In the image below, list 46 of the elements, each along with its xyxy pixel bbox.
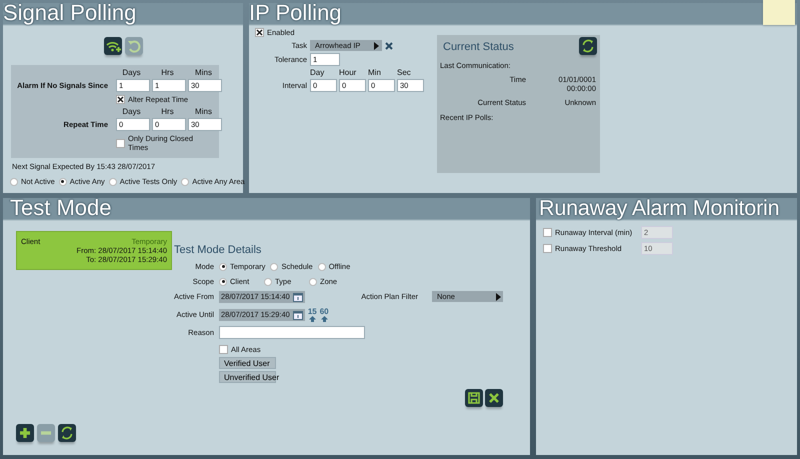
extend-button[interactable]: 15 — [308, 308, 317, 322]
radio-button[interactable] — [264, 278, 272, 286]
extend-button[interactable]: 60 — [320, 308, 329, 322]
radio-button[interactable] — [318, 262, 326, 270]
column-header: Sec — [397, 68, 412, 77]
caret-icon — [496, 292, 501, 300]
input-field[interactable] — [219, 326, 365, 339]
checkbox[interactable] — [219, 345, 228, 354]
refresh-button[interactable] — [58, 424, 76, 442]
column-header: Days — [121, 68, 142, 77]
radio-button[interactable] — [10, 178, 18, 186]
panel-title: Runaway Alarm Monitorin — [539, 196, 780, 220]
add-button[interactable] — [16, 424, 34, 442]
close-icon — [385, 42, 393, 50]
radio-button[interactable] — [219, 262, 227, 270]
column-header: Min — [368, 68, 382, 77]
wifi-plus-button[interactable] — [104, 37, 122, 55]
calendar-icon — [292, 292, 303, 302]
caret-icon — [374, 42, 379, 50]
radio-button[interactable] — [219, 278, 227, 286]
column-header: Hour — [339, 68, 358, 77]
column-header: Day — [310, 68, 326, 77]
radio-button[interactable] — [58, 178, 67, 186]
radio-button[interactable] — [309, 278, 317, 286]
panel-title: Test Mode — [10, 196, 112, 220]
radio-button[interactable] — [270, 262, 278, 270]
save-button[interactable] — [465, 389, 483, 407]
checkbox[interactable] — [116, 95, 125, 104]
radio-button[interactable] — [108, 178, 117, 186]
column-header: Hrs — [160, 107, 175, 116]
panel-title: Signal Polling — [3, 1, 136, 25]
radio-button[interactable] — [181, 178, 190, 186]
refresh-button[interactable] — [579, 37, 597, 55]
checkbox[interactable] — [116, 138, 125, 148]
minus-icon — [41, 431, 51, 435]
column-header: Days — [121, 107, 142, 116]
calendar-icon — [292, 310, 303, 320]
checkbox[interactable] — [255, 28, 264, 37]
panel-title: IP Polling — [249, 1, 342, 25]
column-header: Mins — [194, 107, 213, 116]
user-button[interactable]: Verified User — [219, 357, 276, 369]
section-title: Test Mode Details — [174, 244, 262, 256]
section-title: Current Status — [443, 41, 514, 53]
cancel-button[interactable] — [485, 389, 503, 407]
column-header: Hrs — [160, 68, 175, 77]
column-header: Mins — [194, 68, 213, 77]
